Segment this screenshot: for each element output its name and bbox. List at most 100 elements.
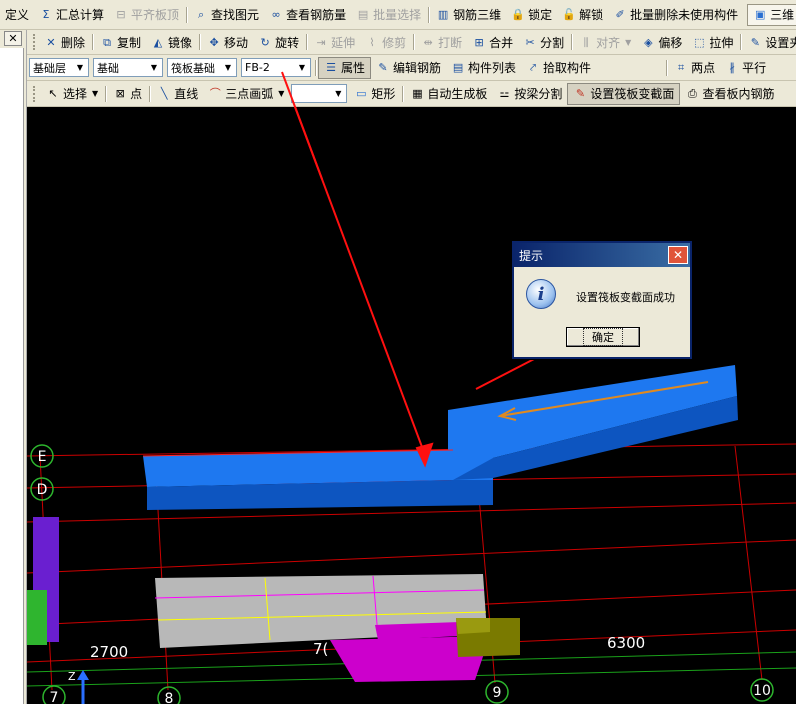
menu-item-4-button[interactable]: ∞ 查看钢筋量 <box>264 4 351 26</box>
break-icon: ⇹ <box>423 35 433 49</box>
component-tool-0-label: 属性 <box>341 61 366 75</box>
floor-select[interactable]: 基础层 ▼ <box>29 58 89 77</box>
edit-toolbar: ✕ 删除 ⧉ 复制 ◭ 镜像 ✥ 移动 ↻ 旋转 ⇥ 延伸 ⌇ 修剪 ⇹ 打断 ⊞ 合并 ✂ 分割 ⫼ 对齐 ▼ ◈ 偏移 ⬚ 拉伸… <box>27 30 796 55</box>
edit-tool-4-label: 旋转 <box>275 35 300 50</box>
edit-tool-11-label: 偏移 <box>658 35 683 50</box>
edit-tool-5-button[interactable]: ⇥ 延伸 <box>309 31 360 53</box>
menu-item-6-button[interactable]: ▥ 钢筋三维 <box>431 4 506 26</box>
dimension-6300: 6300 <box>607 634 645 652</box>
separator <box>413 34 415 50</box>
flush-icon: ⊟ <box>116 8 126 21</box>
axis-label-8: 8 <box>165 691 174 704</box>
toolbar-grip[interactable] <box>33 34 35 50</box>
edit-tool-1-label: 复制 <box>117 35 142 50</box>
edit-tool-6-label: 修剪 <box>382 35 407 50</box>
close-panel-button[interactable]: ✕ <box>4 31 22 46</box>
menu-item-7-label: 锁定 <box>528 8 553 22</box>
edit-tool-8-button[interactable]: ⊞ 合并 <box>467 31 518 53</box>
component-tool-1-button[interactable]: ✎ 编辑钢筋 <box>371 57 446 79</box>
menu-item-2-label: 平齐板顶 <box>131 8 180 22</box>
snap-tool-1-label: 平行 <box>742 61 767 75</box>
menu-item-2-button[interactable]: ⊟ 平齐板顶 <box>109 4 184 26</box>
edit-tool-9-label: 分割 <box>540 35 565 50</box>
edit-tool-12-button[interactable]: ⬚ 拉伸 <box>687 31 738 53</box>
view-rebar-button[interactable]: ⎙ 查看板内钢筋 <box>680 83 779 105</box>
rectangle-icon: ▭ <box>356 87 367 100</box>
separator <box>740 34 742 50</box>
select-button[interactable]: ↖ 选择 ▼ <box>41 83 103 105</box>
line-button[interactable]: ╲ 直线 <box>152 83 203 105</box>
column-green <box>27 590 47 645</box>
edit-tool-1-button[interactable]: ⧉ 复制 <box>95 31 146 53</box>
grid-icon: ▦ <box>412 87 423 100</box>
sigma-icon: Σ <box>42 8 50 21</box>
beam-split-button[interactable]: ⚍ 按梁分割 <box>492 83 567 105</box>
pick-icon: ⤤ <box>529 61 537 74</box>
edit-tool-13-button[interactable]: ✎ 设置夹 <box>743 31 796 53</box>
snap-tool-0-button[interactable]: ⌗ 两点 <box>669 57 720 79</box>
floor-select-value: 基础层 <box>33 61 66 75</box>
two-point-icon: ⌗ <box>677 61 685 74</box>
move-icon: ✥ <box>209 35 219 49</box>
arc-label: 三点画弧 <box>225 87 274 101</box>
select-label: 选择 <box>63 87 88 101</box>
dialog-ok-button[interactable]: 确定 <box>566 327 640 347</box>
dialog-title-bar[interactable]: 提示 ✕ <box>514 243 690 267</box>
edit-tool-6-button[interactable]: ⌇ 修剪 <box>360 31 411 53</box>
trim-icon: ⌇ <box>369 35 375 49</box>
view-rebar-label: 查看板内钢筋 <box>702 87 775 101</box>
left-panel: ✕ <box>0 30 27 704</box>
edit-tool-0-button[interactable]: ✕ 删除 <box>39 31 90 53</box>
view-mode-dropdown[interactable]: ▣ 三维 ▼ <box>747 3 796 26</box>
component-tool-3-label: 拾取构件 <box>543 61 592 75</box>
dimension-2700: 2700 <box>90 643 128 661</box>
rect-button[interactable]: ▭ 矩形 <box>349 83 400 105</box>
edit-tool-11-button[interactable]: ◈ 偏移 <box>636 31 687 53</box>
menu-item-0-button[interactable]: 定义 <box>0 4 34 26</box>
grid-line <box>27 539 796 574</box>
separator <box>402 85 404 102</box>
edit-tool-7-button[interactable]: ⇹ 打断 <box>416 31 467 53</box>
component-tool-2-button[interactable]: ▤ 构件列表 <box>446 57 521 79</box>
parallel-icon: ∦ <box>729 61 735 74</box>
rotate-icon: ↻ <box>260 35 270 49</box>
edit-tool-5-label: 延伸 <box>331 35 356 50</box>
category-select[interactable]: 基础 ▼ <box>93 58 163 77</box>
edit-tool-3-button[interactable]: ✥ 移动 <box>202 31 253 53</box>
component-type-select[interactable]: 筏板基础 ▼ <box>167 58 237 77</box>
point-button[interactable]: ⊠ 点 <box>108 83 147 105</box>
arc-option-select[interactable]: ▼ <box>291 84 348 103</box>
set-section-button[interactable]: ✎ 设置筏板变截面 <box>567 82 681 105</box>
edit-tool-8-label: 合并 <box>489 35 514 50</box>
component-select[interactable]: FB-2 ▼ <box>241 58 311 77</box>
left-panel-content <box>0 48 24 704</box>
menu-item-1-button[interactable]: Σ 汇总计算 <box>34 4 109 26</box>
menu-item-3-button[interactable]: ⌕ 查找图元 <box>189 4 264 26</box>
chevron-down-icon: ▼ <box>335 89 342 98</box>
toolbar-grip[interactable] <box>33 85 37 102</box>
edit-tool-2-button[interactable]: ◭ 镜像 <box>146 31 197 53</box>
edit-tool-12-label: 拉伸 <box>709 35 734 50</box>
snap-tool-1-button[interactable]: ∦ 平行 <box>720 57 771 79</box>
view-rebar-icon: ⎙ <box>688 87 697 100</box>
edit-tool-10-button[interactable]: ⫼ 对齐 ▼ <box>574 31 636 53</box>
dialog-message: 设置筏板变截面成功 <box>576 291 675 304</box>
slab-fb2 <box>142 365 738 510</box>
auto-generate-button[interactable]: ▦ 自动生成板 <box>405 83 492 105</box>
edit-tool-9-button[interactable]: ✂ 分割 <box>518 31 569 53</box>
menu-item-8-button[interactable]: 🔓 解锁 <box>557 4 608 26</box>
arc-button[interactable]: ⌒ 三点画弧 ▼ <box>203 83 289 105</box>
edit-tool-13-label: 设置夹 <box>765 35 796 50</box>
separator <box>428 6 430 23</box>
chevron-down-icon: ▼ <box>625 37 632 47</box>
component-tool-0-button[interactable]: ☰ 属性 <box>318 56 372 79</box>
component-tool-3-button[interactable]: ⤤ 拾取构件 <box>521 57 596 79</box>
3d-viewport[interactable]: E D 7 8 9 10 2700 6300 7( Z <box>27 107 796 704</box>
component-tool-2-label: 构件列表 <box>468 61 517 75</box>
edit-tool-4-button[interactable]: ↻ 旋转 <box>253 31 304 53</box>
menu-item-9-button[interactable]: ✐ 批量删除未使用构件 <box>608 4 743 26</box>
dialog-close-button[interactable]: ✕ <box>668 246 688 264</box>
menu-item-7-button[interactable]: 🔒 锁定 <box>506 4 557 26</box>
menu-item-5-button[interactable]: ▤ 批量选择 <box>351 4 426 26</box>
axis-label-e: E <box>38 449 47 465</box>
